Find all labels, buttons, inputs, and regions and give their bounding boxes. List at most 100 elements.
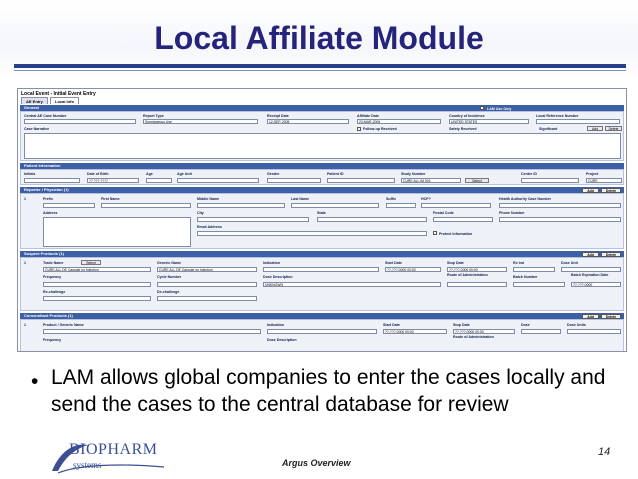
country-select[interactable]: UNITED STATES [449, 119, 529, 124]
age-unit-select[interactable] [177, 178, 259, 183]
affiliate-date-label: Affiliate Date [357, 114, 379, 118]
initials-field[interactable] [24, 178, 80, 183]
state-field[interactable] [317, 217, 427, 222]
con-route-label: Route of Administration [453, 335, 494, 339]
central-ae-label: Central AE Case Number [24, 114, 67, 118]
dose-unit-select[interactable] [561, 267, 621, 272]
ha-case-label: Health Authority Case Number [499, 197, 551, 201]
reporter-delete-button[interactable]: Delete [601, 187, 621, 193]
stop-date-field[interactable]: ??-???-0000 00:00 [447, 267, 507, 272]
safety-received-label: Safety Received [449, 127, 477, 131]
reporter-add-button[interactable]: Add [582, 187, 599, 193]
con-dose-field[interactable] [521, 329, 561, 334]
prefix-field[interactable] [43, 203, 95, 208]
tab-local-info[interactable]: Local Info [50, 97, 79, 104]
hcp-select[interactable] [421, 203, 491, 208]
center-id-field[interactable] [521, 178, 579, 183]
ha-case-field[interactable] [499, 203, 621, 208]
concomitant-add-button[interactable]: Add [582, 313, 599, 319]
con-stop-field[interactable]: ??-???-0000 00:00 [453, 329, 515, 334]
general-section: Central AE Case Number Report Type Recei… [20, 111, 624, 161]
suspect-add-button[interactable]: Add [582, 251, 599, 257]
case-narrative-textarea[interactable] [24, 133, 621, 159]
local-ref-field[interactable] [536, 119, 620, 124]
project-field[interactable]: CURE [586, 178, 622, 183]
dechallenge-select[interactable] [157, 296, 257, 301]
patient-id-label: Patient ID [327, 172, 344, 176]
significant-label: Significant [539, 127, 558, 131]
logo-wordmark: BIOPHARM [69, 441, 158, 458]
batch-number-label: Batch Number [513, 275, 538, 279]
receipt-date-field[interactable]: 12-SEP-2005 [267, 119, 349, 124]
age-field[interactable] [146, 178, 172, 183]
narrative-add-button[interactable]: Add [587, 126, 603, 131]
study-select-button[interactable]: Select [465, 178, 489, 183]
project-label: Project [586, 172, 599, 176]
study-number-field[interactable]: CURE ALL IM 001 [401, 178, 461, 183]
dose-description-field[interactable]: UNKNOWN [263, 282, 441, 287]
narrative-delete-button[interactable]: Delete [605, 126, 622, 131]
suspect-delete-button[interactable]: Delete [601, 251, 621, 257]
gender-select[interactable] [267, 178, 321, 183]
postal-code-label: Postal Code [433, 211, 454, 215]
rechallenge-label: Re-challenge [43, 290, 66, 294]
con-dose-label: Dose [521, 323, 530, 327]
suffix-label: Suffix [386, 197, 396, 201]
affiliate-date-field[interactable]: 23-MAR-2006 [357, 119, 441, 124]
email-field[interactable] [197, 231, 427, 236]
con-dose-units-select[interactable] [567, 329, 621, 334]
postal-code-field[interactable] [433, 217, 493, 222]
dose-description-label: Dose Description [263, 275, 293, 279]
general-header-label: General [24, 105, 39, 110]
concomitant-delete-button[interactable]: Delete [601, 313, 621, 319]
city-field[interactable] [197, 217, 309, 222]
concomitant-header-label: Concomitant Products (1) [24, 313, 73, 318]
protect-info-checkbox[interactable] [433, 231, 437, 235]
patient-id-field[interactable] [327, 178, 395, 183]
bullet-text: LAM allows global companies to enter the… [51, 366, 606, 416]
suffix-field[interactable] [386, 203, 416, 208]
central-ae-field[interactable] [24, 119, 136, 124]
trade-name-field[interactable]: CURE ALL DE Capsule no Injection [43, 267, 151, 272]
rechallenge-select[interactable] [43, 296, 151, 301]
address-textarea[interactable] [43, 217, 191, 247]
indication-field[interactable] [263, 267, 379, 272]
batch-number-field[interactable] [513, 282, 565, 287]
row-marker: 1 [24, 197, 26, 201]
phone-label: Phone Number [499, 211, 525, 215]
reporter-header-label: Reporter / Physician (1) [24, 187, 69, 192]
title-underline-thin [14, 70, 626, 71]
row-marker: 1 [24, 323, 26, 327]
report-type-select[interactable]: Spontaneous Use [143, 119, 258, 124]
protect-info-label: Protect Information [439, 232, 473, 236]
lam-use-only-checkbox[interactable] [480, 106, 484, 110]
generic-name-field[interactable]: CURE ALL DE Capsule no Injection [157, 267, 257, 272]
email-label: Email Address [197, 225, 222, 229]
tab-ae-entry[interactable]: AE Entry [21, 97, 48, 104]
start-date-field[interactable]: ??-???-0000 00:00 [385, 267, 441, 272]
dob-field[interactable]: ?? ??? ???? [87, 178, 139, 183]
last-name-field[interactable] [291, 203, 379, 208]
middle-name-field[interactable] [197, 203, 285, 208]
dob-label: Date of Birth [87, 172, 109, 176]
batch-exp-field[interactable]: ??-???-0000 [571, 282, 621, 287]
cycle-number-field[interactable] [157, 282, 257, 287]
phone-field[interactable] [499, 217, 621, 222]
product-name-field[interactable] [43, 329, 261, 334]
age-label: Age [146, 172, 153, 176]
follow-up-checkbox[interactable] [357, 127, 361, 131]
rx-ind-field[interactable] [513, 267, 555, 272]
title-underline [14, 64, 626, 68]
con-indication-field[interactable] [267, 329, 377, 334]
app-screenshot: Local Event - Initial Event Entry AE Ent… [17, 88, 627, 352]
frequency-select[interactable] [43, 282, 151, 287]
con-start-field[interactable]: ??-???-0000 00:00 [383, 329, 447, 334]
city-label: City [197, 211, 204, 215]
gender-label: Gender [267, 172, 280, 176]
rx-ind-label: Rx Ind [513, 261, 524, 265]
trade-select-button[interactable]: Select [81, 260, 101, 265]
dechallenge-label: De-challenge [157, 290, 180, 294]
con-frequency-label: Frequency [43, 338, 62, 342]
route-select[interactable] [447, 282, 507, 287]
first-name-field[interactable] [101, 203, 191, 208]
